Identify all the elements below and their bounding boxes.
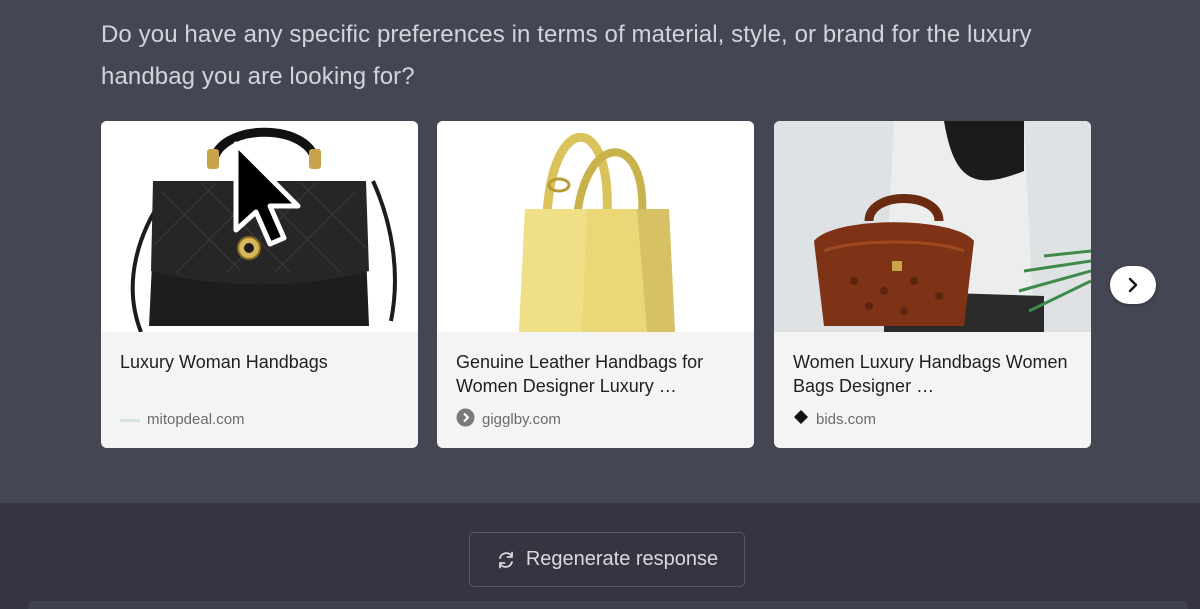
product-card-source[interactable]: bids.com — [793, 409, 876, 429]
product-card[interactable]: Women Luxury Handbags Women Bags Designe… — [774, 121, 1091, 448]
product-card-title[interactable]: Women Luxury Handbags Women Bags Designe… — [793, 350, 1073, 398]
product-card-title[interactable]: Genuine Leather Handbags for Women Desig… — [456, 350, 736, 398]
diamond-icon — [793, 409, 809, 429]
chevron-right-icon — [1128, 277, 1138, 293]
product-card-source-text: bids.com — [816, 410, 877, 428]
regenerate-response-label: Regenerate response — [525, 548, 719, 570]
chevron-circle-icon — [456, 408, 475, 431]
product-card-source[interactable]: mitopdeal.com — [120, 409, 245, 429]
product-card-source-text: gigglby.com — [482, 410, 561, 428]
yellow-leather-tote-image[interactable] — [437, 121, 754, 332]
product-card[interactable]: Luxury Woman Handbags mitopdeal.com — [101, 121, 418, 448]
chat-app: Do you have any specific preferences in … — [0, 0, 1200, 609]
refresh-icon — [496, 550, 516, 570]
site-favicon-icon — [120, 411, 140, 428]
brown-croc-handbag-image[interactable] — [774, 121, 1091, 332]
product-card-source-text: mitopdeal.com — [147, 410, 245, 428]
assistant-message: Do you have any specific preferences in … — [0, 0, 1200, 503]
product-card-source[interactable]: gigglby.com — [456, 408, 561, 431]
assistant-message-text: Do you have any specific preferences in … — [101, 21, 1032, 90]
composer-area: Regenerate response — [0, 503, 1200, 609]
product-card[interactable]: Genuine Leather Handbags for Women Desig… — [437, 121, 754, 448]
product-card-title[interactable]: Luxury Woman Handbags — [120, 350, 400, 374]
black-quilted-handbag-image[interactable] — [101, 121, 418, 332]
regenerate-response-button[interactable]: Regenerate response — [469, 532, 745, 587]
message-input[interactable] — [28, 601, 1188, 609]
product-carousel: Luxury Woman Handbags mitopdeal.com Genu… — [101, 121, 1091, 449]
carousel-next-button[interactable] — [1110, 266, 1156, 304]
